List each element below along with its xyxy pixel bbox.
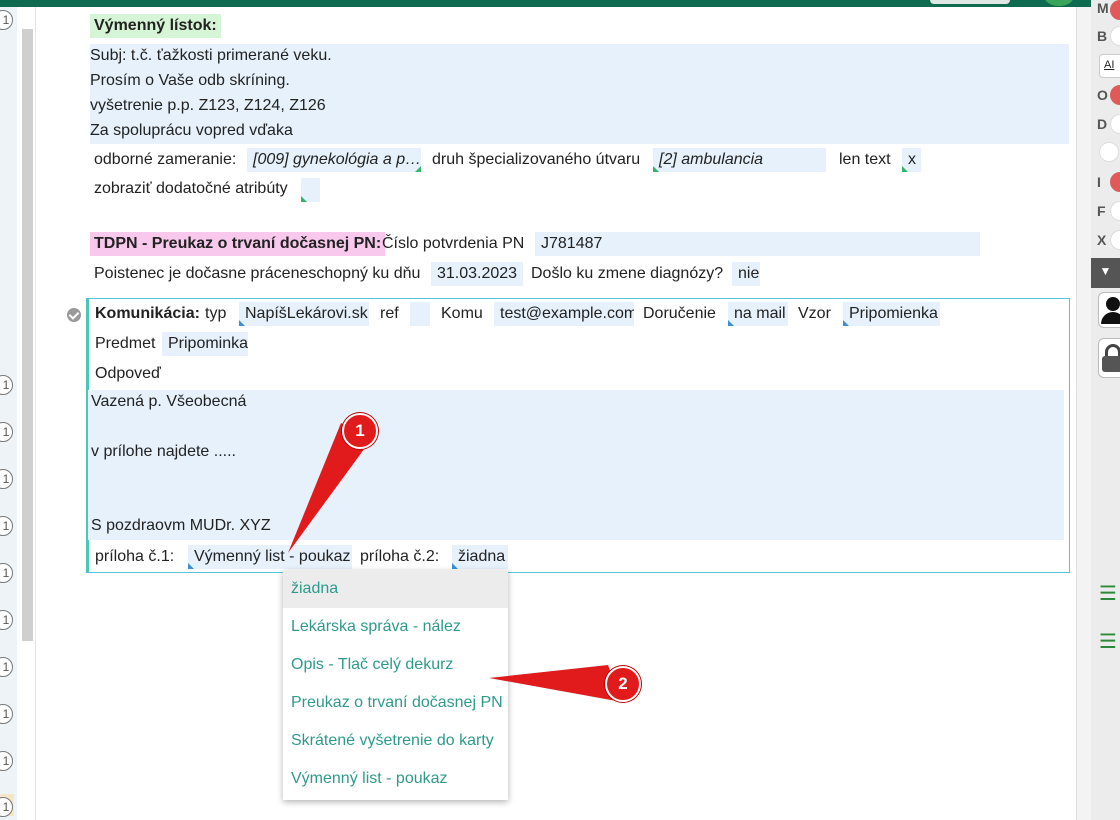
annotation-arrows [288,423,622,702]
callout-2-badge: 2 [605,666,641,702]
callout-2-arrow [489,665,622,702]
callout-1-badge: 1 [342,413,378,449]
